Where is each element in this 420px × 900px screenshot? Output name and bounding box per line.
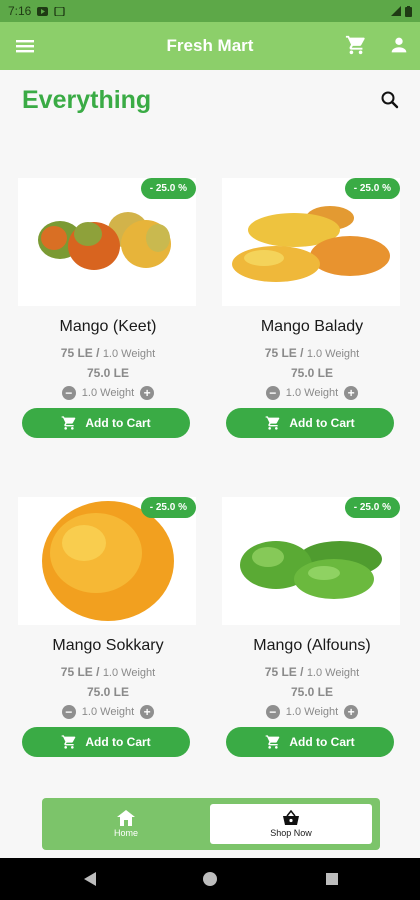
app-bar: Fresh Mart bbox=[0, 22, 420, 70]
status-bar: 7:16 bbox=[0, 0, 420, 22]
nav-shop-label: Shop Now bbox=[270, 828, 312, 838]
product-image[interactable]: - 25.0 % bbox=[18, 178, 196, 306]
quantity-value: 1.0 Weight bbox=[81, 706, 135, 718]
add-to-cart-label: Add to Cart bbox=[85, 735, 151, 749]
discount-badge: - 25.0 % bbox=[140, 497, 196, 518]
quantity-stepper: − 1.0 Weight + bbox=[18, 705, 198, 719]
plus-icon[interactable]: + bbox=[344, 705, 359, 719]
price-label: 75 LE / bbox=[60, 346, 100, 360]
unit-price: 75 LE / 1.0 Weight bbox=[18, 665, 198, 679]
unit-price: 75 LE / 1.0 Weight bbox=[222, 665, 402, 679]
search-icon[interactable] bbox=[380, 90, 400, 110]
weight-unit: 1.0 Weight bbox=[102, 667, 156, 679]
weight-unit: 1.0 Weight bbox=[306, 667, 360, 679]
total-price: 75.0 LE bbox=[86, 685, 130, 699]
cart-icon bbox=[61, 416, 76, 430]
product-image[interactable]: - 25.0 % bbox=[18, 497, 196, 625]
minus-icon[interactable]: − bbox=[61, 705, 76, 719]
signal-icon bbox=[391, 6, 401, 16]
home-circle-icon[interactable] bbox=[203, 872, 217, 886]
weight-unit: 1.0 Weight bbox=[306, 348, 360, 360]
product-name: Mango (Alfouns) bbox=[253, 637, 371, 654]
product-name: Mango Sokkary bbox=[52, 637, 164, 654]
cart-icon bbox=[265, 416, 280, 430]
sd-card-icon bbox=[54, 6, 66, 16]
cart-icon bbox=[61, 735, 76, 749]
product-card[interactable]: - 25.0 % Mango (Keet) 75 LE / 1.0 Weight… bbox=[18, 178, 198, 440]
battery-icon bbox=[405, 5, 412, 17]
quantity-stepper: − 1.0 Weight + bbox=[222, 705, 402, 719]
nav-shop-now[interactable]: Shop Now bbox=[210, 804, 372, 844]
plus-icon[interactable]: + bbox=[344, 386, 359, 400]
recents-icon[interactable] bbox=[326, 873, 338, 885]
product-image[interactable]: - 25.0 % bbox=[222, 497, 400, 625]
cart-icon[interactable] bbox=[345, 34, 367, 56]
system-nav-bar bbox=[0, 858, 420, 900]
quantity-stepper: − 1.0 Weight + bbox=[18, 386, 198, 400]
add-to-cart-label: Add to Cart bbox=[289, 735, 355, 749]
cart-icon bbox=[265, 735, 280, 749]
add-to-cart-button[interactable]: Add to Cart bbox=[226, 408, 394, 438]
minus-icon[interactable]: − bbox=[265, 386, 280, 400]
bottom-nav: Home Shop Now bbox=[42, 798, 380, 850]
plus-icon[interactable]: + bbox=[140, 386, 155, 400]
product-name: Mango Balady bbox=[260, 318, 364, 335]
discount-badge: - 25.0 % bbox=[140, 178, 196, 199]
discount-badge: - 25.0 % bbox=[344, 497, 400, 518]
minus-icon[interactable]: − bbox=[61, 386, 76, 400]
total-price: 75.0 LE bbox=[86, 366, 130, 380]
add-to-cart-label: Add to Cart bbox=[289, 416, 355, 430]
product-card[interactable]: - 25.0 % Mango Sokkary 75 LE / 1.0 Weigh… bbox=[18, 497, 198, 759]
nav-home-label: Home bbox=[113, 828, 138, 838]
status-time: 7:16 bbox=[8, 4, 32, 18]
product-card[interactable]: - 25.0 % Mango Balady 75 LE / 1.0 Weight… bbox=[222, 178, 402, 440]
product-name: Mango (Keet) bbox=[59, 318, 157, 335]
add-to-cart-button[interactable]: Add to Cart bbox=[226, 727, 394, 757]
add-to-cart-label: Add to Cart bbox=[85, 416, 151, 430]
add-to-cart-button[interactable]: Add to Cart bbox=[22, 727, 190, 757]
video-app-icon bbox=[37, 6, 49, 16]
product-image[interactable]: - 25.0 % bbox=[222, 178, 400, 306]
quantity-value: 1.0 Weight bbox=[285, 387, 339, 399]
back-icon[interactable] bbox=[84, 872, 96, 886]
home-icon bbox=[117, 810, 135, 826]
product-page: Everything - 25.0 % Mango (Keet) 75 LE /… bbox=[0, 70, 420, 858]
quantity-value: 1.0 Weight bbox=[285, 706, 339, 718]
minus-icon[interactable]: − bbox=[265, 705, 280, 719]
plus-icon[interactable]: + bbox=[140, 705, 155, 719]
quantity-stepper: − 1.0 Weight + bbox=[222, 386, 402, 400]
basket-icon bbox=[283, 810, 299, 825]
price-label: 75 LE / bbox=[264, 346, 304, 360]
unit-price: 75 LE / 1.0 Weight bbox=[18, 346, 198, 360]
quantity-value: 1.0 Weight bbox=[81, 387, 135, 399]
total-price: 75.0 LE bbox=[290, 366, 334, 380]
total-price: 75.0 LE bbox=[290, 685, 334, 699]
discount-badge: - 25.0 % bbox=[344, 178, 400, 199]
page-title: Everything bbox=[22, 86, 152, 114]
user-icon[interactable] bbox=[388, 34, 410, 56]
product-card[interactable]: - 25.0 % Mango (Alfouns) 75 LE / 1.0 Wei… bbox=[222, 497, 402, 759]
price-label: 75 LE / bbox=[60, 665, 100, 679]
unit-price: 75 LE / 1.0 Weight bbox=[222, 346, 402, 360]
price-label: 75 LE / bbox=[264, 665, 304, 679]
add-to-cart-button[interactable]: Add to Cart bbox=[22, 408, 190, 438]
nav-home[interactable]: Home bbox=[42, 798, 210, 850]
weight-unit: 1.0 Weight bbox=[102, 348, 156, 360]
